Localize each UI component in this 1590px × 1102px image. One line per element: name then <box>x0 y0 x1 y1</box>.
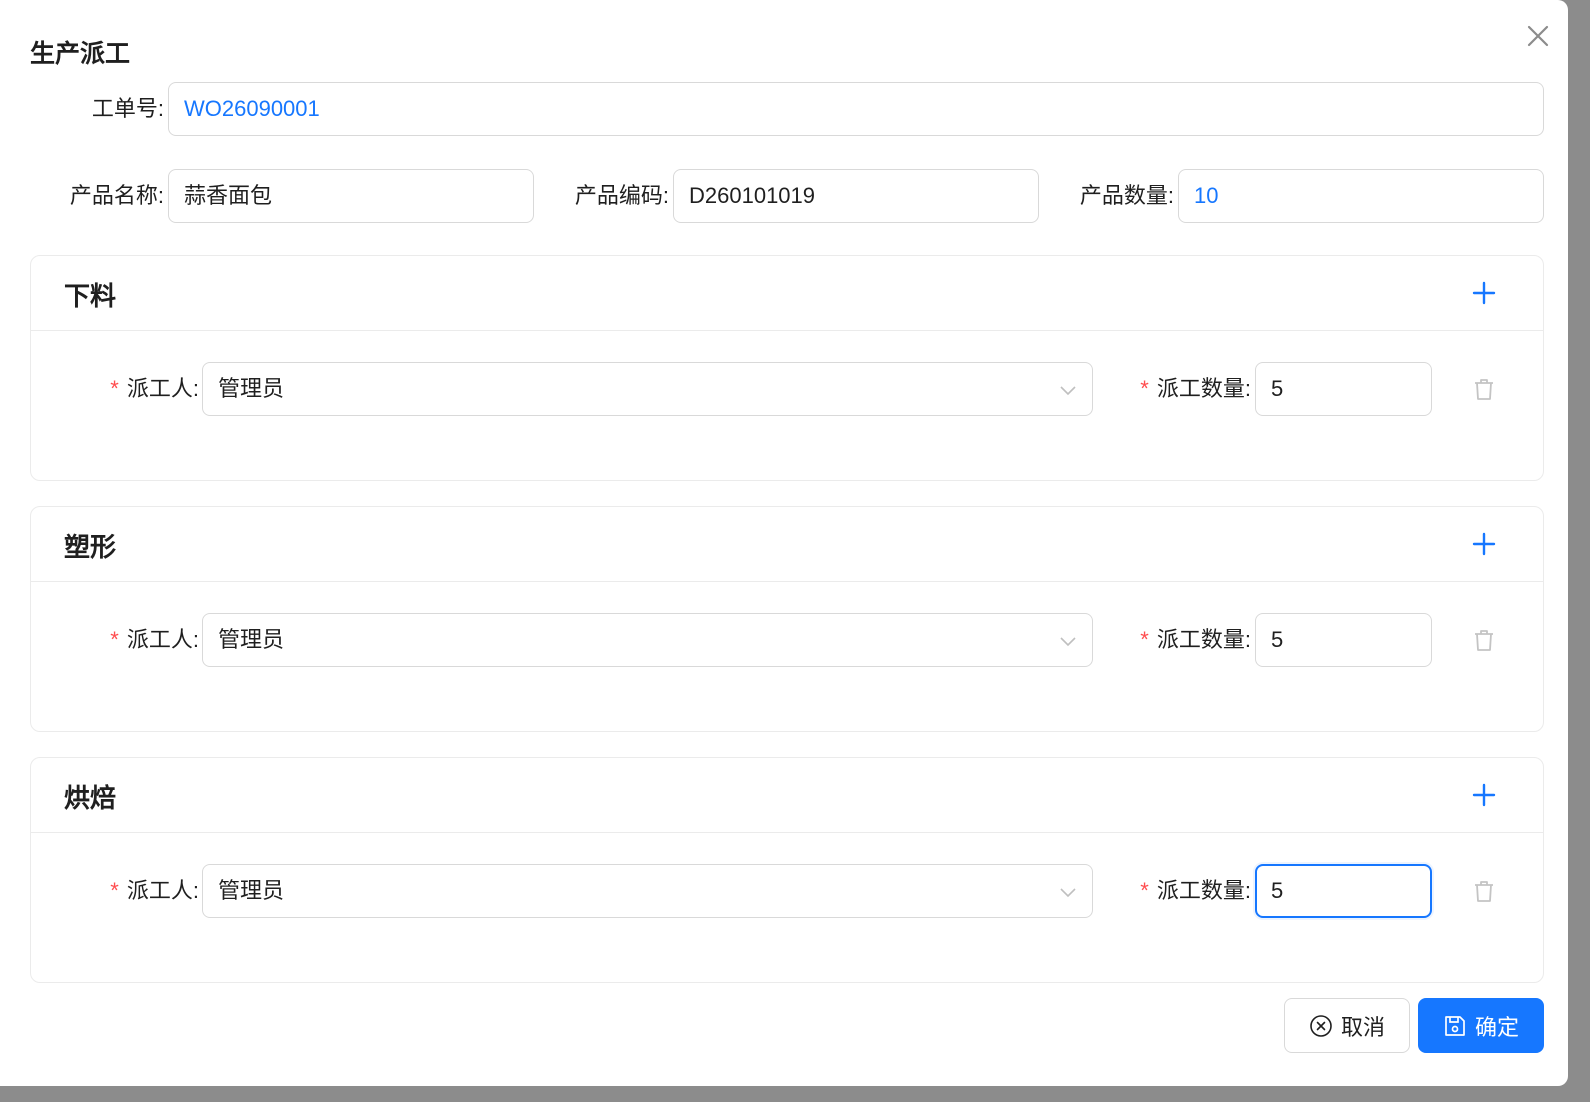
process-section-cutting: 下料 * 派工人: 管理员 * 派工数量: 5 <box>30 255 1544 481</box>
close-circle-icon <box>1310 1014 1332 1037</box>
worker-label: * 派工人: <box>110 627 199 652</box>
product-name-input[interactable]: 蒜香面包 <box>168 169 534 223</box>
process-section-baking: 烘焙 * 派工人: 管理员 * 派工数量: 5 <box>30 757 1544 983</box>
worker-label: * 派工人: <box>110 878 199 903</box>
product-code-label: 产品编码: <box>574 183 669 208</box>
confirm-button[interactable]: 确定 <box>1418 998 1544 1053</box>
dispatch-qty-label: * 派工数量: <box>1140 376 1251 401</box>
add-icon[interactable] <box>1469 780 1499 810</box>
dispatch-qty-label: * 派工数量: <box>1140 627 1251 652</box>
dispatch-qty-input[interactable]: 5 <box>1255 613 1432 667</box>
delete-icon[interactable] <box>1471 376 1497 402</box>
dispatch-dialog: 生产派工 工单号: WO26090001 产品名称: 蒜香面包 产品编码: D2… <box>0 0 1568 1086</box>
dispatch-qty-label: * 派工数量: <box>1140 878 1251 903</box>
work-order-input[interactable]: WO26090001 <box>168 82 1544 136</box>
delete-icon[interactable] <box>1471 878 1497 904</box>
section-title: 塑形 <box>64 532 117 562</box>
section-header: 下料 <box>31 256 1543 331</box>
add-icon[interactable] <box>1469 529 1499 559</box>
chevron-down-icon <box>1060 888 1076 898</box>
close-icon[interactable] <box>1522 20 1554 52</box>
section-header: 烘焙 <box>31 758 1543 833</box>
product-code-input[interactable]: D260101019 <box>673 169 1039 223</box>
add-icon[interactable] <box>1469 278 1499 308</box>
chevron-down-icon <box>1060 637 1076 647</box>
section-title: 下料 <box>64 281 117 311</box>
save-icon <box>1445 1015 1465 1036</box>
dispatch-qty-input[interactable]: 5 <box>1255 362 1432 416</box>
product-qty-input[interactable]: 10 <box>1178 169 1544 223</box>
process-section-shaping: 塑形 * 派工人: 管理员 * 派工数量: 5 <box>30 506 1544 732</box>
chevron-down-icon <box>1060 386 1076 396</box>
worker-select[interactable]: 管理员 <box>202 362 1093 416</box>
work-order-label: 工单号: <box>91 96 164 121</box>
section-header: 塑形 <box>31 507 1543 582</box>
product-name-label: 产品名称: <box>69 183 164 208</box>
section-title: 烘焙 <box>64 783 117 813</box>
product-qty-label: 产品数量: <box>1079 183 1174 208</box>
cancel-button[interactable]: 取消 <box>1284 998 1410 1053</box>
dispatch-qty-input[interactable]: 5 <box>1255 864 1432 918</box>
worker-select[interactable]: 管理员 <box>202 864 1093 918</box>
delete-icon[interactable] <box>1471 627 1497 653</box>
worker-label: * 派工人: <box>110 376 199 401</box>
dialog-title: 生产派工 <box>30 40 131 68</box>
worker-select[interactable]: 管理员 <box>202 613 1093 667</box>
